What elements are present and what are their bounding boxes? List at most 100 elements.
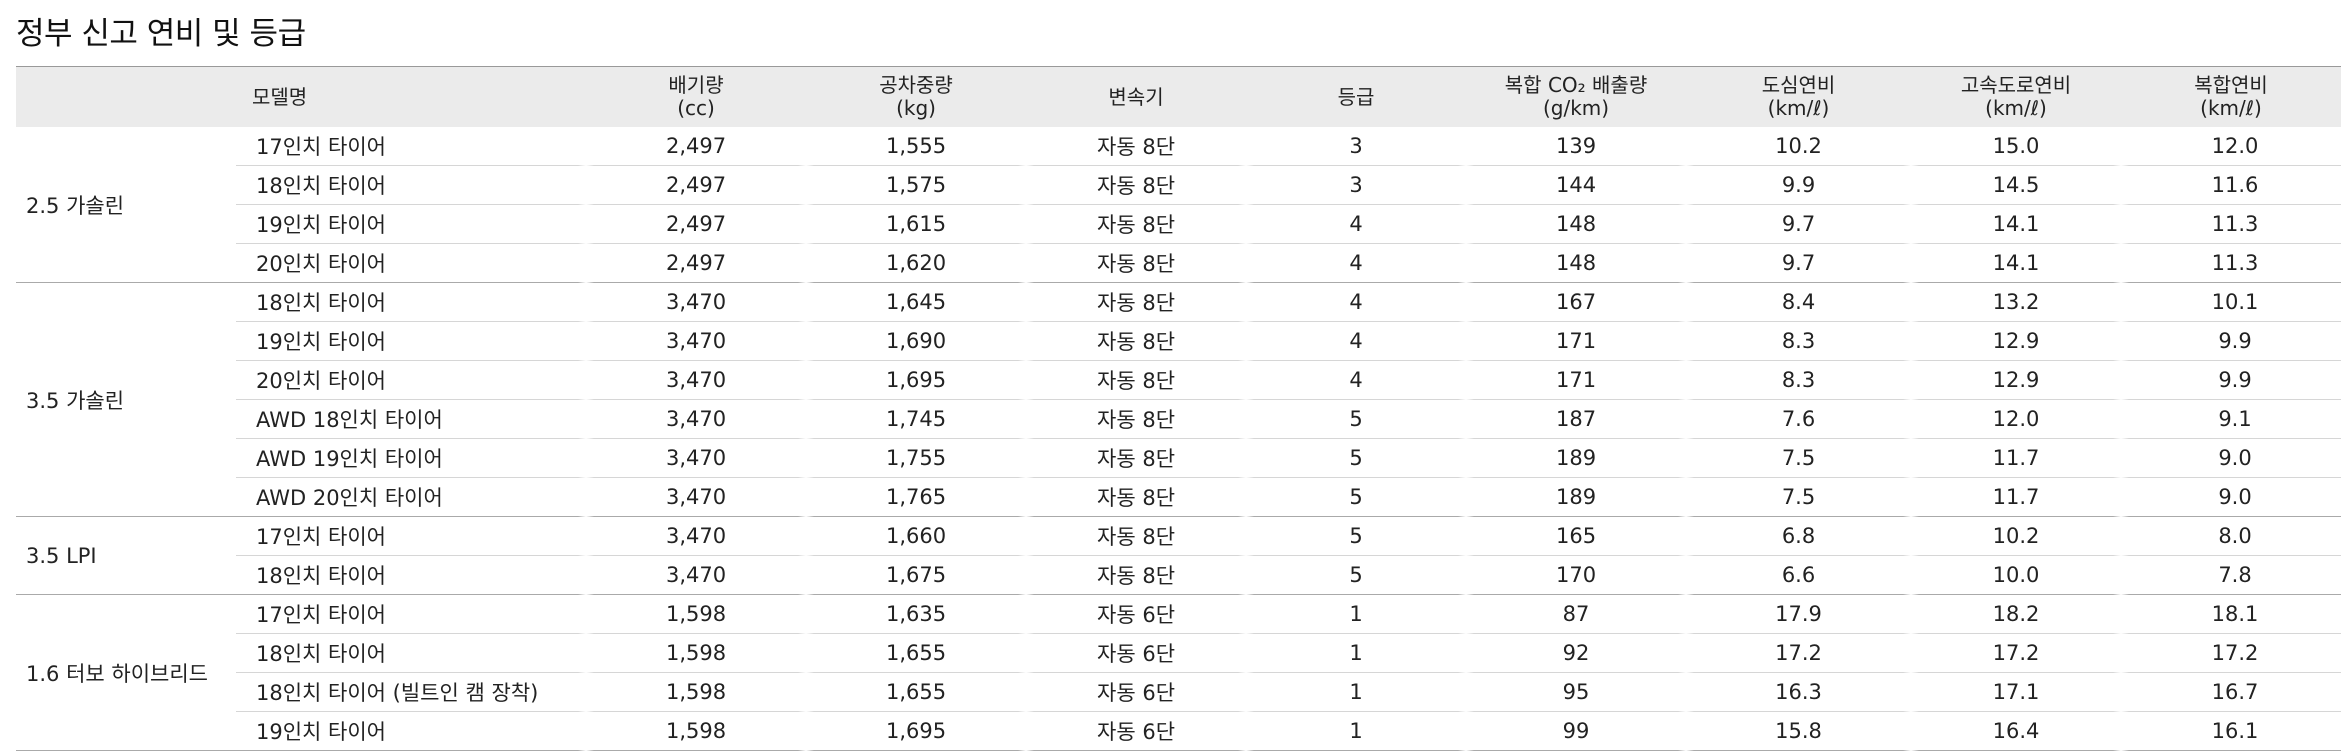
cell-variant: 18인치 타이어: [236, 556, 587, 595]
cell-combined: 16.1: [2121, 712, 2342, 751]
table-row: 3.5 LPI 17인치 타이어 3,470 1,660 자동 8단 5 165 6.8 10.…: [16, 517, 2342, 595]
table-body: 2.5 가솔린 17인치 타이어 2,497 1,555 자동 8단 3 139 10.2 15…: [16, 127, 2342, 751]
table-row: 19인치 타이어 2,497 1,615 자동 8단 4 148 9.7 14.1 11.3: [16, 205, 2342, 244]
cell-variant: 18인치 타이어: [236, 283, 587, 322]
cell-variant: 20인치 타이어: [236, 361, 587, 400]
cell-variant: 20인치 타이어: [236, 244, 587, 283]
cell-grade: 1: [1246, 673, 1467, 712]
cell-highway: 14.1: [1911, 244, 2122, 283]
cell-displacement: 2,497: [586, 166, 807, 205]
cell-displacement: 3,470: [586, 283, 807, 322]
cell-transmission: 자동 8단: [1026, 127, 1247, 166]
cell-weight: 1,615: [806, 205, 1027, 244]
table-row: 19인치 타이어 3,470 1,690 자동 8단 4 171 8.3 12.9 9.9: [16, 322, 2342, 361]
cell-displacement: 1,598: [586, 673, 807, 712]
cell-combined: 12.0: [2121, 127, 2342, 166]
cell-transmission: 자동 8단: [1026, 400, 1247, 439]
model-group-name: 1.6 터보 하이브리드: [16, 595, 236, 751]
cell-highway: 17.2: [1911, 634, 2122, 673]
cell-combined: 9.0: [2121, 439, 2342, 478]
fuel-economy-table: 모델명 배기량 (cc) 공차중량 (kg) 변속기 등급 복합 CO₂ 배출량…: [16, 66, 2342, 751]
cell-grade: 1: [1246, 595, 1467, 634]
model-group-name: 2.5 가솔린: [16, 127, 236, 283]
cell-highway: 14.5: [1911, 166, 2122, 205]
cell-highway: 12.9: [1911, 361, 2122, 400]
cell-highway: 18.2: [1911, 595, 2122, 634]
cell-combined: 11.6: [2121, 166, 2342, 205]
table-row: AWD 20인치 타이어 3,470 1,765 자동 8단 5 189 7.5 11.7 9.…: [16, 478, 2342, 517]
cell-city: 9.9: [1686, 166, 1912, 205]
cell-co2: 148: [1466, 205, 1687, 244]
cell-highway: 12.9: [1911, 322, 2122, 361]
cell-variant: AWD 18인치 타이어: [236, 400, 587, 439]
cell-variant: 18인치 타이어 (빌트인 캠 장착): [236, 673, 587, 712]
cell-weight: 1,675: [806, 556, 1027, 595]
cell-co2: 148: [1466, 244, 1687, 283]
cell-variant: 19인치 타이어: [236, 322, 587, 361]
cell-co2: 167: [1466, 283, 1687, 322]
cell-combined: 9.1: [2121, 400, 2342, 439]
header-city: 도심연비 (km/ℓ): [1686, 66, 1912, 127]
cell-co2: 189: [1466, 478, 1687, 517]
table-row: 18인치 타이어 1,598 1,655 자동 6단 1 92 17.2 17.2 17.2: [16, 634, 2342, 673]
header-highway-unit: (km/ℓ): [1985, 96, 2047, 120]
cell-variant: 18인치 타이어: [236, 634, 587, 673]
header-weight-label: 공차중량: [879, 73, 953, 97]
cell-grade: 3: [1246, 166, 1467, 205]
header-combined-label: 복합연비: [2194, 73, 2268, 97]
cell-co2: 95: [1466, 673, 1687, 712]
cell-variant: AWD 20인치 타이어: [236, 478, 587, 517]
cell-grade: 5: [1246, 556, 1467, 595]
cell-variant: 17인치 타이어: [236, 595, 587, 634]
cell-weight: 1,695: [806, 712, 1027, 751]
cell-combined: 9.0: [2121, 478, 2342, 517]
cell-city: 6.6: [1686, 556, 1912, 595]
cell-transmission: 자동 6단: [1026, 634, 1247, 673]
cell-transmission: 자동 6단: [1026, 595, 1247, 634]
header-city-unit: (km/ℓ): [1767, 96, 1830, 120]
cell-grade: 1: [1246, 634, 1467, 673]
cell-city: 15.8: [1686, 712, 1912, 751]
model-group-name: 3.5 가솔린: [16, 283, 236, 517]
table-row: 20인치 타이어 3,470 1,695 자동 8단 4 171 8.3 12.9 9.9: [16, 361, 2342, 400]
table-row: 20인치 타이어 2,497 1,620 자동 8단 4 148 9.7 14.1 11.3: [16, 244, 2342, 283]
cell-transmission: 자동 8단: [1026, 361, 1247, 400]
header-highway: 고속도로연비 (km/ℓ): [1911, 66, 2122, 127]
cell-transmission: 자동 8단: [1026, 205, 1247, 244]
cell-grade: 3: [1246, 127, 1467, 166]
cell-city: 16.3: [1686, 673, 1912, 712]
cell-displacement: 2,497: [586, 205, 807, 244]
model-group-name: 3.5 LPI: [16, 517, 236, 595]
cell-displacement: 3,470: [586, 556, 807, 595]
cell-transmission: 자동 8단: [1026, 283, 1247, 322]
table-row: 2.5 가솔린 17인치 타이어 2,497 1,555 자동 8단 3 139 10.2 15…: [16, 127, 2342, 283]
cell-co2: 189: [1466, 439, 1687, 478]
cell-variant: 18인치 타이어: [236, 166, 587, 205]
cell-combined: 18.1: [2121, 595, 2342, 634]
header-transmission: 변속기: [1026, 66, 1247, 127]
table-row: 1.6 터보 하이브리드 17인치 타이어 1,598 1,635 자동 6단 1 87 17…: [16, 595, 2342, 751]
cell-highway: 17.1: [1911, 673, 2122, 712]
header-model: 모델명: [16, 66, 587, 127]
cell-transmission: 자동 8단: [1026, 517, 1247, 556]
table-row: 18인치 타이어 3,470 1,675 자동 8단 5 170 6.6 10.0 7.8: [16, 556, 2342, 595]
cell-highway: 10.0: [1911, 556, 2122, 595]
cell-highway: 11.7: [1911, 478, 2122, 517]
cell-co2: 171: [1466, 361, 1687, 400]
cell-city: 9.7: [1686, 205, 1912, 244]
cell-weight: 1,690: [806, 322, 1027, 361]
cell-weight: 1,555: [806, 127, 1027, 166]
header-displacement-unit: (cc): [677, 96, 715, 120]
cell-displacement: 3,470: [586, 439, 807, 478]
cell-combined: 11.3: [2121, 244, 2342, 283]
cell-variant: 19인치 타이어: [236, 205, 587, 244]
header-combined-unit: (km/ℓ): [2200, 96, 2262, 120]
cell-combined: 11.3: [2121, 205, 2342, 244]
cell-city: 10.2: [1686, 127, 1912, 166]
cell-weight: 1,755: [806, 439, 1027, 478]
cell-weight: 1,695: [806, 361, 1027, 400]
cell-displacement: 2,497: [586, 244, 807, 283]
cell-highway: 15.0: [1911, 127, 2122, 166]
cell-transmission: 자동 6단: [1026, 712, 1247, 751]
cell-variant: 17인치 타이어: [236, 517, 587, 556]
